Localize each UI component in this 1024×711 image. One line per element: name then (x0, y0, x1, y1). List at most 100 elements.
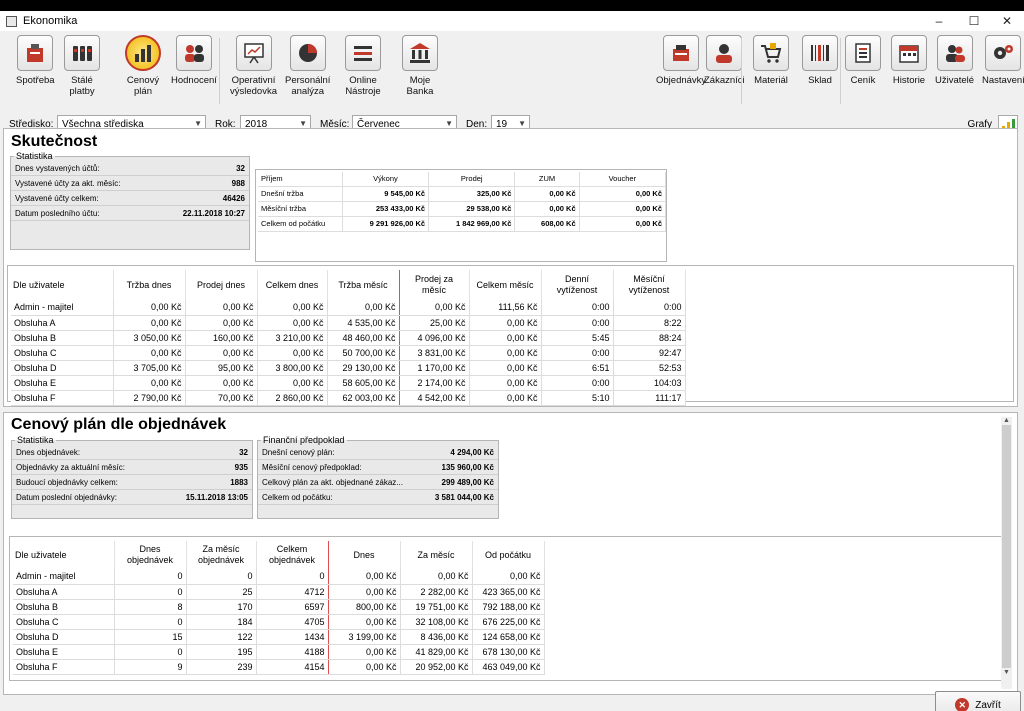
close-button[interactable]: ✕ Zavřít (935, 691, 1021, 711)
column-header[interactable]: Dnes objednávek (114, 541, 187, 569)
column-header[interactable]: Prodej za měsíc (399, 270, 470, 300)
scroll-down-icon[interactable]: ▼ (1001, 669, 1012, 676)
table-cell: 25,00 Kč (399, 315, 470, 331)
table-row[interactable]: Obsluha C 0 184 4705 0,00 Kč 32 108,00 Kč 676 … (13, 614, 545, 630)
people-rating-icon (175, 35, 212, 71)
stat-label: Měsíční cenový předpoklad: (262, 463, 362, 472)
table-cell: Obsluha A (11, 315, 114, 331)
stat-row: Dnes objednávek: 32 (12, 445, 252, 460)
toolbar-nastaveni-button[interactable]: Nastavení (982, 35, 1024, 86)
toolbar-button-label: Personální analýza (285, 75, 331, 97)
column-header[interactable]: Dle uživatele (13, 541, 115, 569)
table-cell: 0:00 (541, 375, 614, 391)
table-cell: 0,00 Kč (185, 345, 258, 361)
skutecnost-title: Skutečnost (11, 133, 98, 150)
table-cell: 88:24 (613, 330, 686, 346)
column-header[interactable]: Celkem měsíc (469, 270, 542, 300)
column-header[interactable]: Za měsíc objednávek (186, 541, 257, 569)
column-header[interactable]: Prodej dnes (185, 270, 258, 300)
close-window-button[interactable]: ✕ (990, 11, 1024, 31)
table-cell: 15 (114, 629, 187, 645)
toolbar-historie-button[interactable]: Historie (891, 35, 927, 86)
toolbar-material-button[interactable]: Materiál (753, 35, 789, 86)
column-header: Prodej (428, 172, 516, 187)
column-header[interactable]: Dle uživatele (11, 270, 114, 300)
table-row[interactable]: Obsluha B3 050,00 Kč 160,00 Kč 3 210,00 Kč… (11, 330, 686, 346)
toolbar-operativni-vysledovka-button[interactable]: Operativní výsledovka (230, 35, 277, 97)
table-cell: 463 049,00 Kč (472, 659, 545, 675)
toolbar-button-label: Stálé platby (69, 75, 95, 97)
toolbar-personalni-analyza-button[interactable]: Personální analýza (285, 35, 330, 97)
table-cell: 792 188,00 Kč (472, 599, 545, 615)
table-cell: 92:47 (613, 345, 686, 361)
table-cell: 104:03 (613, 375, 686, 391)
table-cell: 0,00 Kč (400, 569, 473, 585)
stat-value: 32 (236, 164, 245, 173)
column-header[interactable]: Celkem dnes (257, 270, 328, 300)
column-header[interactable]: Měsíční vytíženost (613, 270, 686, 300)
bar-chart-icon (125, 35, 161, 71)
toolbar-spotreba-button[interactable]: Spotřeba (16, 35, 55, 86)
title-bar: Ekonomika – ☐ ✕ (0, 11, 1024, 31)
toolbar-objednavky-button[interactable]: Objednávky (656, 35, 706, 86)
column-header[interactable]: Dnes (328, 541, 401, 569)
table-cell: 4154 (256, 659, 329, 675)
toolbar-zakaznici-button[interactable]: Zákazníci (704, 35, 745, 86)
table-row[interactable]: Obsluha F 9 239 4154 0,00 Kč 20 952,00 Kč 463 … (13, 659, 545, 675)
table-row[interactable]: Obsluha D3 705,00 Kč 95,00 Kč 3 800,00 Kč 2… (11, 360, 686, 376)
toolbar-hodnoceni-button[interactable]: Hodnocení (171, 35, 217, 86)
toolbar-online-nastroje-button[interactable]: Online Nástroje (345, 35, 381, 97)
column-header: Příjem (258, 172, 343, 187)
stat-value: 299 489,00 Kč (441, 478, 495, 487)
table-cell: 95,00 Kč (185, 360, 258, 376)
table-cell: 8 436,00 Kč (400, 629, 473, 645)
table-cell: 1 170,00 Kč (399, 360, 470, 376)
column-header[interactable]: Za měsíc (400, 541, 473, 569)
table-row[interactable]: Admin - majitel 0,00 Kč 0,00 Kč 0,00 Kč 0,00… (11, 300, 686, 316)
stat-value: 3 581 044,00 Kč (434, 493, 494, 502)
table-cell: Obsluha D (11, 360, 114, 376)
toolbar-moje-banka-button[interactable]: Moje Banka (402, 35, 438, 97)
toolbar-uzivatele-button[interactable]: Uživatelé (935, 35, 974, 86)
table-row[interactable]: Obsluha A 0 25 4712 0,00 Kč 2 282,00 Kč 423 36… (13, 584, 545, 600)
column-header[interactable]: Celkem objednávek (256, 541, 329, 569)
toolbar-sklad-button[interactable]: Sklad (802, 35, 838, 86)
column-header[interactable]: Tržba dnes (113, 270, 186, 300)
table-row[interactable]: Obsluha E 0,00 Kč 0,00 Kč 0,00 Kč 58 605,00 … (11, 375, 686, 391)
fin-legend: Finanční předpoklad (263, 435, 345, 445)
table-cell: 9 291 926,00 Kč (342, 216, 430, 232)
column-header[interactable]: Od počátku (472, 541, 545, 569)
table-cell: 0,00 Kč (579, 186, 667, 202)
stat-row: Budoucí objednávky celkem: 1883 (12, 475, 252, 490)
table-cell: 0,00 Kč (257, 375, 328, 391)
table-cell: 0,00 Kč (113, 345, 186, 361)
table-row[interactable]: Obsluha C 0,00 Kč 0,00 Kč 0,00 Kč 50 700,00 … (11, 345, 686, 361)
table-row[interactable]: Admin - majitel 0 0 0 0,00 Kč 0,00 Kč 0,00 Kč (13, 569, 545, 585)
toolbar-stale-platby-button[interactable]: Stálé platby (64, 35, 100, 97)
stat-value: 15.11.2018 13:05 (185, 493, 248, 502)
main-toolbar: Spotřeba Stálé platby Cenový plán Hodnocení… (0, 32, 1024, 112)
column-header[interactable]: Denní vytíženost (541, 270, 614, 300)
maximize-button[interactable]: ☐ (957, 11, 991, 31)
table-row[interactable]: Obsluha A 0,00 Kč 0,00 Kč 0,00 Kč 4 535,00 K… (11, 315, 686, 331)
toolbar-cenik-button[interactable]: Ceník (845, 35, 881, 86)
column-header[interactable]: Tržba měsíc (327, 270, 400, 300)
table-cell: 0,00 Kč (514, 201, 580, 217)
table-row[interactable]: Obsluha F2 790,00 Kč 70,00 Kč 2 860,00 Kč 6… (11, 390, 686, 406)
vertical-scrollbar[interactable]: ▲ ▼ (1001, 417, 1012, 689)
minimize-button[interactable]: – (922, 11, 956, 31)
table-cell: Obsluha B (11, 330, 114, 346)
table-cell: 0 (186, 569, 257, 585)
table-row[interactable]: Obsluha B 8 170 6597 800,00 Kč 19 751,00 Kč 79… (13, 599, 545, 615)
table-row[interactable]: Obsluha E 0 195 4188 0,00 Kč 41 829,00 Kč 678 … (13, 644, 545, 660)
toolbar-cenovy-plan-button[interactable]: Cenový plán (125, 35, 161, 97)
scroll-up-icon[interactable]: ▲ (1001, 417, 1012, 424)
table-cell: 0,00 Kč (328, 659, 401, 675)
stat-row: Objednávky za aktuální měsíc: 935 (12, 460, 252, 475)
table-row: Měsíční tržba 253 433,00 Kč 29 538,00 Kč 0,… (258, 201, 667, 217)
revenue-summary-table: Příjem Výkony Prodej ZUM Voucher Dnešní tržba… (258, 172, 667, 232)
scrollbar-thumb[interactable] (1002, 425, 1011, 668)
window-title: Ekonomika (23, 15, 78, 27)
table-row[interactable]: Obsluha D 15 122 1434 3 199,00 Kč 8 436,00 Kč… (13, 629, 545, 645)
toolbar-button-label: Hodnocení (171, 75, 217, 86)
